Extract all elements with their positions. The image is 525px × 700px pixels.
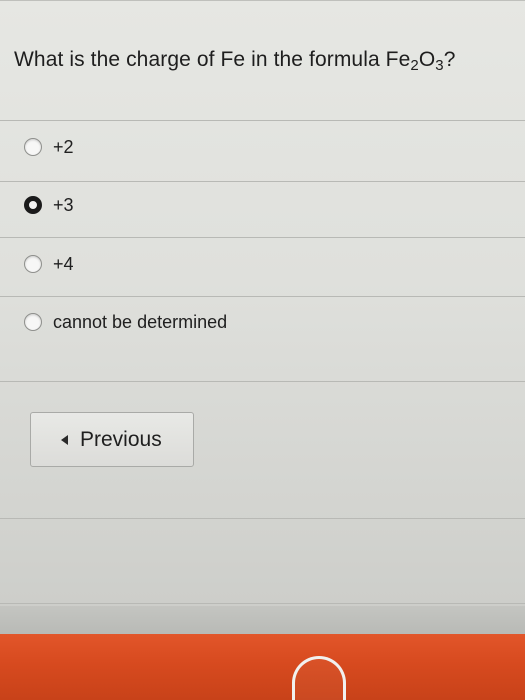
answer-option-label: cannot be determined [53, 311, 228, 332]
answer-option-label: +3 [53, 194, 74, 215]
radio-button-selected-icon[interactable] [24, 196, 42, 214]
answer-option-4[interactable]: cannot be determined [24, 309, 227, 335]
answer-option-3[interactable]: +4 [24, 251, 74, 277]
previous-button-label: Previous [80, 427, 162, 451]
answer-option-label: +2 [53, 136, 74, 157]
divider [0, 237, 525, 238]
quiz-screen: What is the charge of Fe in the formula … [0, 0, 525, 700]
answer-option-label: +4 [53, 253, 74, 274]
divider [0, 120, 525, 121]
divider [0, 603, 525, 604]
answer-option-2[interactable]: +3 [24, 192, 74, 218]
divider [0, 381, 525, 382]
divider [0, 518, 525, 519]
top-divider [0, 0, 525, 1]
bottom-frame [0, 606, 525, 636]
question-text: What is the charge of Fe in the formula … [14, 48, 456, 74]
left-triangle-icon [61, 434, 68, 445]
radio-button-icon[interactable] [24, 255, 42, 273]
radio-button-icon[interactable] [24, 138, 42, 156]
home-button-icon [292, 656, 346, 700]
divider [0, 296, 525, 297]
divider [0, 181, 525, 182]
previous-button[interactable]: Previous [30, 412, 194, 467]
answer-option-1[interactable]: +2 [24, 134, 74, 160]
radio-button-icon[interactable] [24, 313, 42, 331]
device-bezel [0, 634, 525, 700]
